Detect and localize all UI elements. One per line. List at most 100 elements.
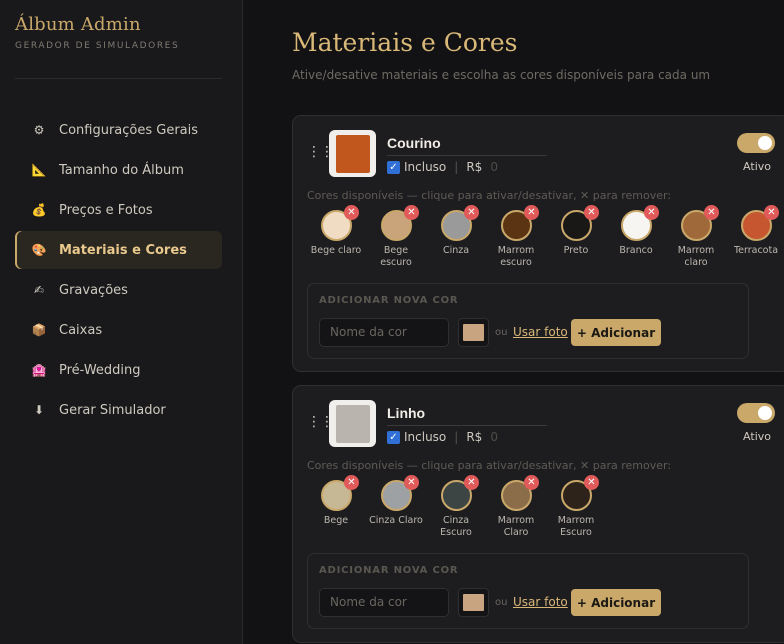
sidebar-item-1[interactable]: 📐 Tamanho do Álbum bbox=[15, 151, 222, 189]
nav-icon: 📐 bbox=[31, 163, 47, 177]
add-color-button[interactable]: + Adicionar bbox=[571, 319, 661, 346]
nav-icon: 📦 bbox=[31, 323, 47, 337]
price-input[interactable]: 0 bbox=[490, 430, 498, 444]
sidebar-item-3[interactable]: 🎨 Materiais e Cores bbox=[15, 231, 222, 269]
sidebar-item-label: Gravações bbox=[59, 282, 128, 298]
color-swatch[interactable]: ✕ Branco bbox=[607, 205, 665, 269]
nav-icon: 🎨 bbox=[31, 243, 47, 257]
color-swatches: ✕ Bege ✕ Cinza Claro ✕ Cinza Escuro ✕ Ma… bbox=[307, 475, 607, 539]
color-swatch[interactable]: ✕ Bege bbox=[307, 475, 365, 539]
color-name: Terracota bbox=[733, 245, 779, 256]
material-swatch bbox=[335, 134, 370, 173]
material-options: ✓ Incluso | R$ 0 bbox=[387, 160, 498, 174]
remove-color-icon[interactable]: ✕ bbox=[404, 475, 419, 490]
sidebar-item-label: Pré-Wedding bbox=[59, 362, 141, 378]
add-color-title: ADICIONAR NOVA COR bbox=[319, 295, 459, 306]
material-card: ⋮⋮ Linho ✓ Incluso | R$ 0 Ativo Cores di… bbox=[292, 385, 784, 643]
material-options: ✓ Incluso | R$ 0 bbox=[387, 430, 498, 444]
color-swatches: ✕ Bege claro ✕ Bege escuro ✕ Cinza ✕ Mar… bbox=[307, 205, 784, 269]
color-name: Cinza Claro bbox=[369, 515, 423, 526]
remove-color-icon[interactable]: ✕ bbox=[584, 475, 599, 490]
page-title: Materiais e Cores bbox=[292, 28, 518, 57]
sidebar-item-2[interactable]: 💰 Preços e Fotos bbox=[15, 191, 222, 229]
use-photo-link[interactable]: Usar foto bbox=[513, 325, 568, 339]
sidebar-nav: ⚙ Configurações Gerais 📐 Tamanho do Álbum 💰 P… bbox=[15, 111, 222, 431]
remove-color-icon[interactable]: ✕ bbox=[344, 205, 359, 220]
color-swatch[interactable]: ✕ Cinza bbox=[427, 205, 485, 269]
price-currency: R$ bbox=[466, 430, 483, 444]
separator: | bbox=[454, 160, 459, 174]
material-name-field[interactable]: Linho bbox=[387, 405, 547, 426]
color-name: Cinza bbox=[442, 245, 470, 256]
remove-color-icon[interactable]: ✕ bbox=[404, 205, 419, 220]
use-photo-link[interactable]: Usar foto bbox=[513, 595, 568, 609]
included-checkbox[interactable]: ✓ bbox=[387, 160, 400, 174]
remove-color-icon[interactable]: ✕ bbox=[464, 475, 479, 490]
remove-color-icon[interactable]: ✕ bbox=[464, 205, 479, 220]
active-toggle[interactable] bbox=[737, 133, 775, 153]
color-swatch[interactable]: ✕ Terracota bbox=[727, 205, 784, 269]
sidebar-item-6[interactable]: 🏩 Pré-Wedding bbox=[15, 351, 222, 389]
color-name: Bege escuro bbox=[380, 245, 412, 268]
material-name-field[interactable]: Courino bbox=[387, 135, 547, 156]
sidebar-item-4[interactable]: ✍ Gravações bbox=[15, 271, 222, 309]
nav-icon: ⚙ bbox=[33, 123, 45, 137]
nav-icon: ⬇ bbox=[33, 403, 45, 417]
brand: Álbum Admin GERADOR DE SIMULADORES bbox=[15, 14, 179, 51]
sidebar: Álbum Admin GERADOR DE SIMULADORES ⚙ Conf… bbox=[0, 0, 243, 644]
color-name: Marrom Escuro bbox=[557, 515, 595, 538]
brand-subtitle: GERADOR DE SIMULADORES bbox=[15, 41, 180, 51]
material-card: ⋮⋮ Courino ✓ Incluso | R$ 0 Ativo Cores … bbox=[292, 115, 784, 372]
active-label: Ativo bbox=[743, 430, 771, 443]
remove-color-icon[interactable]: ✕ bbox=[524, 205, 539, 220]
color-picker[interactable] bbox=[458, 588, 489, 617]
color-name: Marrom Claro bbox=[497, 515, 535, 538]
color-name: Bege claro bbox=[310, 245, 362, 256]
color-swatch[interactable]: ✕ Preto bbox=[547, 205, 605, 269]
price-currency: R$ bbox=[466, 160, 483, 174]
price-input[interactable]: 0 bbox=[490, 160, 498, 174]
sidebar-item-label: Preços e Fotos bbox=[59, 202, 153, 218]
color-name: Preto bbox=[563, 245, 589, 256]
color-picker[interactable] bbox=[458, 318, 489, 347]
color-name: Cinza Escuro bbox=[440, 515, 472, 538]
nav-icon: ✍ bbox=[33, 283, 45, 297]
sidebar-item-label: Caixas bbox=[59, 322, 103, 338]
add-color-panel: ADICIONAR NOVA COR Nome da cor ou Usar f… bbox=[307, 553, 749, 629]
remove-color-icon[interactable]: ✕ bbox=[524, 475, 539, 490]
color-swatch[interactable]: ✕ Bege escuro bbox=[367, 205, 425, 269]
sidebar-item-7[interactable]: ⬇ Gerar Simulador bbox=[15, 391, 222, 429]
color-swatch[interactable]: ✕ Marrom claro bbox=[667, 205, 725, 269]
color-swatch[interactable]: ✕ Marrom escuro bbox=[487, 205, 545, 269]
add-color-panel: ADICIONAR NOVA COR Nome da cor ou Usar f… bbox=[307, 283, 749, 359]
included-checkbox[interactable]: ✓ bbox=[387, 430, 400, 444]
color-swatch[interactable]: ✕ Cinza Claro bbox=[367, 475, 425, 539]
sidebar-item-5[interactable]: 📦 Caixas bbox=[15, 311, 222, 349]
color-preview bbox=[463, 324, 484, 341]
color-swatch[interactable]: ✕ Marrom Claro bbox=[487, 475, 545, 539]
color-name: Marrom claro bbox=[677, 245, 715, 268]
remove-color-icon[interactable]: ✕ bbox=[764, 205, 779, 220]
color-name-input[interactable]: Nome da cor bbox=[319, 318, 449, 347]
sidebar-item-0[interactable]: ⚙ Configurações Gerais bbox=[15, 111, 222, 149]
remove-color-icon[interactable]: ✕ bbox=[644, 205, 659, 220]
included-label: Incluso bbox=[404, 430, 447, 444]
add-color-button[interactable]: + Adicionar bbox=[571, 589, 661, 616]
add-color-title: ADICIONAR NOVA COR bbox=[319, 565, 459, 576]
brand-title: Álbum Admin bbox=[15, 14, 141, 35]
divider bbox=[15, 78, 222, 79]
active-label: Ativo bbox=[743, 160, 771, 173]
sidebar-item-label: Tamanho do Álbum bbox=[59, 162, 184, 178]
color-name-input[interactable]: Nome da cor bbox=[319, 588, 449, 617]
sidebar-item-label: Materiais e Cores bbox=[59, 242, 187, 258]
remove-color-icon[interactable]: ✕ bbox=[704, 205, 719, 220]
color-swatch[interactable]: ✕ Cinza Escuro bbox=[427, 475, 485, 539]
color-swatch[interactable]: ✕ Marrom Escuro bbox=[547, 475, 605, 539]
sidebar-item-label: Configurações Gerais bbox=[59, 122, 199, 138]
remove-color-icon[interactable]: ✕ bbox=[344, 475, 359, 490]
active-toggle[interactable] bbox=[737, 403, 775, 423]
nav-icon: 🏩 bbox=[31, 363, 47, 377]
material-thumbnail bbox=[329, 130, 376, 177]
remove-color-icon[interactable]: ✕ bbox=[584, 205, 599, 220]
color-swatch[interactable]: ✕ Bege claro bbox=[307, 205, 365, 269]
